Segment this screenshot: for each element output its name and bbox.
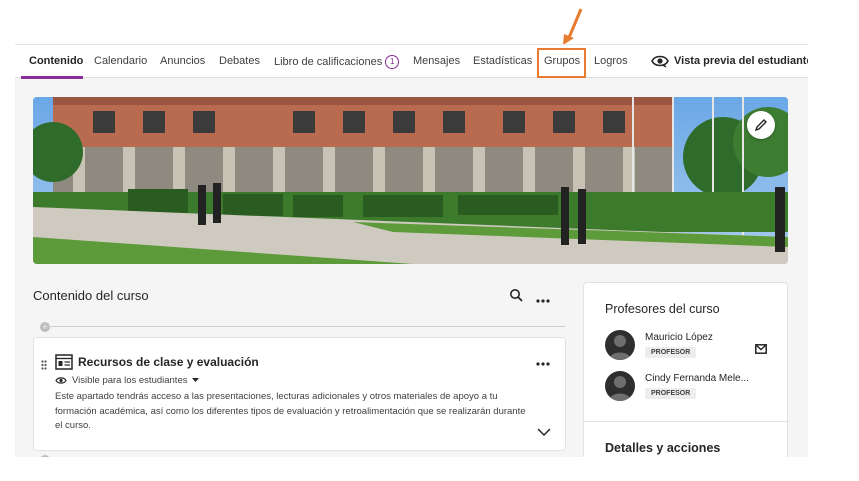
tab-anuncios[interactable]: Anuncios xyxy=(160,55,205,67)
visibility-label: Visible para los estudiantes xyxy=(72,375,188,386)
content-divider xyxy=(45,326,565,327)
campus-photo xyxy=(33,97,788,264)
eye-icon xyxy=(55,377,67,384)
plus-icon: + xyxy=(42,322,48,332)
professor-name[interactable]: Mauricio López xyxy=(645,332,713,343)
plus-icon: + xyxy=(42,455,47,457)
avatar-placeholder-icon xyxy=(609,335,631,360)
professors-title: Profesores del curso xyxy=(605,302,720,316)
annotation-arrow xyxy=(563,8,583,45)
course-content-title: Contenido del curso xyxy=(33,288,149,303)
role-badge: PROFESOR xyxy=(645,388,697,399)
content-item-title[interactable]: Recursos de clase y evaluación xyxy=(78,355,259,369)
more-icon xyxy=(536,299,550,303)
tab-estadisticas[interactable]: Estadísticas xyxy=(473,55,532,67)
drag-handle-icon xyxy=(41,360,47,370)
caret-down-icon xyxy=(192,378,200,382)
expand-item-button[interactable] xyxy=(537,423,551,441)
edit-banner-button[interactable] xyxy=(747,111,775,139)
details-title: Detalles y acciones xyxy=(605,441,721,455)
tab-contenido[interactable]: Contenido xyxy=(29,55,83,67)
role-badge: PROFESOR xyxy=(645,347,697,358)
notification-badge: 1 xyxy=(385,55,400,69)
avatar[interactable] xyxy=(605,330,635,360)
item-more-button[interactable] xyxy=(536,354,550,372)
professor-name[interactable]: Cindy Fernanda Mele... xyxy=(645,373,749,384)
course-nav: Contenido Calendario Anuncios Debates Li… xyxy=(15,45,808,79)
sidebar-divider xyxy=(584,421,789,422)
tab-label: Libro de calificaciones xyxy=(274,55,383,68)
course-banner-image xyxy=(33,97,788,264)
tab-debates[interactable]: Debates xyxy=(219,55,260,67)
drag-handle[interactable] xyxy=(41,357,47,375)
tab-calendario[interactable]: Calendario xyxy=(94,55,147,67)
pencil-icon xyxy=(754,119,767,132)
avatar[interactable] xyxy=(605,371,635,401)
student-preview-label: Vista previa del estudiante xyxy=(674,55,808,67)
document-icon xyxy=(55,354,73,375)
add-content-top-button[interactable]: + xyxy=(40,322,50,332)
search-button[interactable] xyxy=(509,288,523,307)
chevron-down-icon xyxy=(537,428,551,437)
more-icon xyxy=(536,362,550,366)
message-professor-button[interactable] xyxy=(755,341,767,359)
visibility-dropdown[interactable]: Visible para los estudiantes xyxy=(55,375,200,386)
add-content-bottom-button[interactable]: + xyxy=(40,455,50,457)
tab-libro-de-calificaciones[interactable]: Libro de calificaciones 1 xyxy=(274,55,400,69)
eye-icon xyxy=(651,55,669,68)
content-more-button[interactable] xyxy=(536,291,550,309)
course-page: Contenido Calendario Anuncios Debates Li… xyxy=(15,44,808,457)
active-tab-indicator xyxy=(21,76,83,79)
avatar-placeholder-icon xyxy=(609,376,631,401)
search-icon xyxy=(510,289,523,302)
content-item-card: Recursos de clase y evaluación Visible p… xyxy=(33,337,566,451)
mail-icon xyxy=(755,344,767,354)
sidebar-panel: Profesores del curso Mauricio López PROF… xyxy=(583,282,789,457)
tab-logros[interactable]: Logros xyxy=(594,55,628,67)
highlight-box xyxy=(537,48,586,78)
student-preview-button[interactable]: Vista previa del estudiante xyxy=(651,54,808,68)
content-item-description: Este apartado tendrás acceso a las prese… xyxy=(55,391,526,431)
tab-mensajes[interactable]: Mensajes xyxy=(413,55,460,67)
